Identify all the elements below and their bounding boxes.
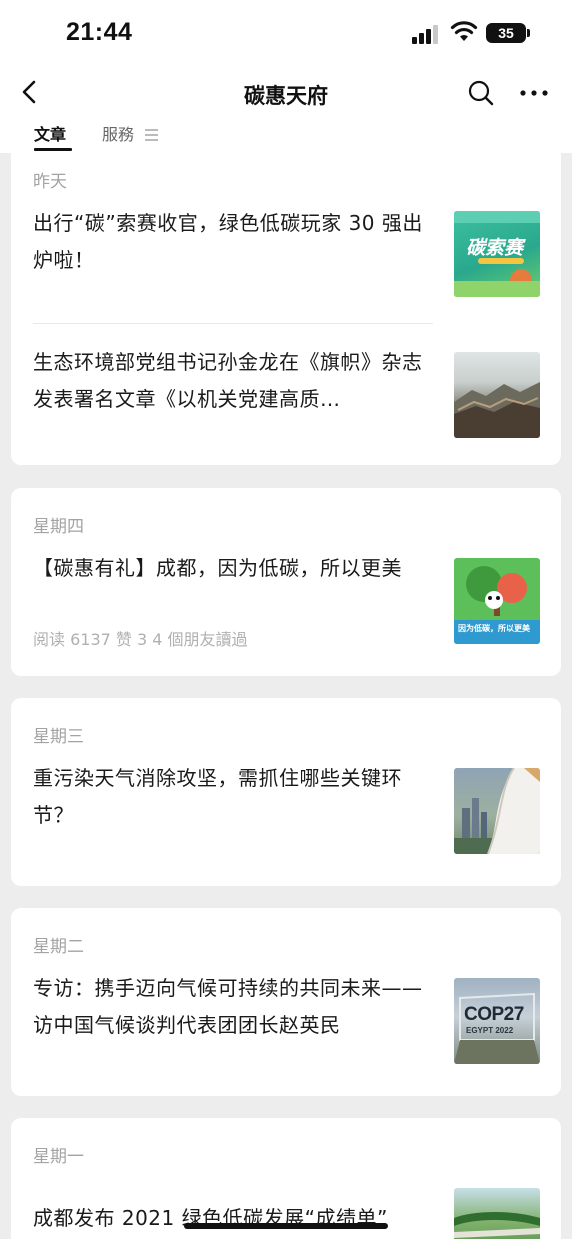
tab-services[interactable]: 服務 bbox=[102, 121, 159, 151]
day-label: 星期二 bbox=[33, 937, 84, 957]
thumbnail-subcaption: EGYPT 2022 bbox=[466, 1026, 514, 1035]
article-title: 专访：携手迈向气候可持续的共同未来——访中国气候谈判代表团团长赵英民 bbox=[33, 976, 423, 1037]
thumbnail-caption: 因为低碳，所以更美 bbox=[458, 624, 530, 633]
article-group-card: 星期一 成都发布 2021 绿色低碳发展“成绩单” bbox=[11, 1118, 561, 1239]
battery-tip bbox=[527, 29, 530, 37]
article-item[interactable]: 重污染天气消除攻坚，需抓住哪些关键环节？ bbox=[33, 760, 561, 870]
battery-icon: 35 bbox=[486, 23, 526, 43]
article-title: 生态环境部党组书记孙金龙在《旗帜》杂志发表署名文章《以机关党建高质… bbox=[33, 350, 423, 411]
article-item[interactable]: 【碳惠有礼】成都，因为低碳，所以更美 阅读 6137 赞 3 4 個朋友讀過 因… bbox=[33, 550, 561, 660]
article-item[interactable]: 出行“碳”索赛收官，绿色低碳玩家 30 强出炉啦！ 碳索赛 bbox=[33, 205, 561, 305]
day-label: 昨天 bbox=[33, 172, 67, 192]
day-label: 星期一 bbox=[33, 1147, 84, 1167]
green-bridge-thumbnail bbox=[454, 1188, 540, 1239]
article-item[interactable]: 生态环境部党组书记孙金龙在《旗帜》杂志发表署名文章《以机关党建高质… bbox=[33, 344, 561, 444]
tab-services-label: 服務 bbox=[102, 125, 135, 144]
wifi-icon bbox=[450, 21, 478, 41]
active-tab-indicator bbox=[34, 148, 73, 151]
article-group-card: 昨天 出行“碳”索赛收官，绿色低碳玩家 30 强出炉啦！ 碳索赛 生态环境部党组… bbox=[11, 153, 561, 465]
tab-articles[interactable]: 文章 bbox=[34, 121, 73, 151]
carbon-quest-poster-thumbnail: 碳索赛 bbox=[454, 211, 540, 297]
nav-bar: 碳惠天府 文章 服務 bbox=[0, 68, 572, 153]
day-label: 星期四 bbox=[33, 517, 84, 537]
divider bbox=[33, 323, 433, 324]
status-time: 21:44 bbox=[66, 18, 133, 46]
search-icon[interactable] bbox=[466, 78, 496, 108]
cellular-signal-icon bbox=[412, 24, 440, 44]
more-options-icon[interactable] bbox=[518, 80, 550, 106]
article-title: 成都发布 2021 绿色低碳发展“成绩单” bbox=[33, 1206, 388, 1230]
city-page-curl-thumbnail bbox=[454, 768, 540, 854]
article-item[interactable]: 成都发布 2021 绿色低碳发展“成绩单” bbox=[33, 1188, 561, 1239]
article-group-card: 星期三 重污染天气消除攻坚，需抓住哪些关键环节？ bbox=[11, 698, 561, 886]
article-group-card: 星期四 【碳惠有礼】成都，因为低碳，所以更美 阅读 6137 赞 3 4 個朋友… bbox=[11, 488, 561, 676]
panda-tree-illustration-thumbnail: 因为低碳，所以更美 bbox=[454, 558, 540, 644]
home-indicator[interactable] bbox=[184, 1223, 388, 1229]
article-item[interactable]: 专访：携手迈向气候可持续的共同未来——访中国气候谈判代表团团长赵英民 COP27… bbox=[33, 970, 561, 1080]
day-label: 星期三 bbox=[33, 727, 84, 747]
thumbnail-caption: 碳索赛 bbox=[466, 237, 524, 259]
article-group-card: 星期二 专访：携手迈向气候可持续的共同未来——访中国气候谈判代表团团长赵英民 C… bbox=[11, 908, 561, 1096]
tab-articles-label: 文章 bbox=[34, 125, 67, 144]
cop27-sign-thumbnail: COP27 EGYPT 2022 bbox=[454, 978, 540, 1064]
menu-lines-icon bbox=[145, 128, 159, 141]
article-title: 重污染天气消除攻坚，需抓住哪些关键环节？ bbox=[33, 766, 402, 827]
status-bar: 21:44 35 bbox=[0, 0, 572, 68]
article-title: 出行“碳”索赛收官，绿色低碳玩家 30 强出炉啦！ bbox=[33, 211, 423, 272]
article-stats: 阅读 6137 赞 3 4 個朋友讀過 bbox=[33, 630, 248, 649]
thumbnail-caption: COP27 bbox=[464, 1004, 524, 1025]
article-title: 【碳惠有礼】成都，因为低碳，所以更美 bbox=[33, 556, 402, 580]
great-wall-mountains-thumbnail bbox=[454, 352, 540, 438]
